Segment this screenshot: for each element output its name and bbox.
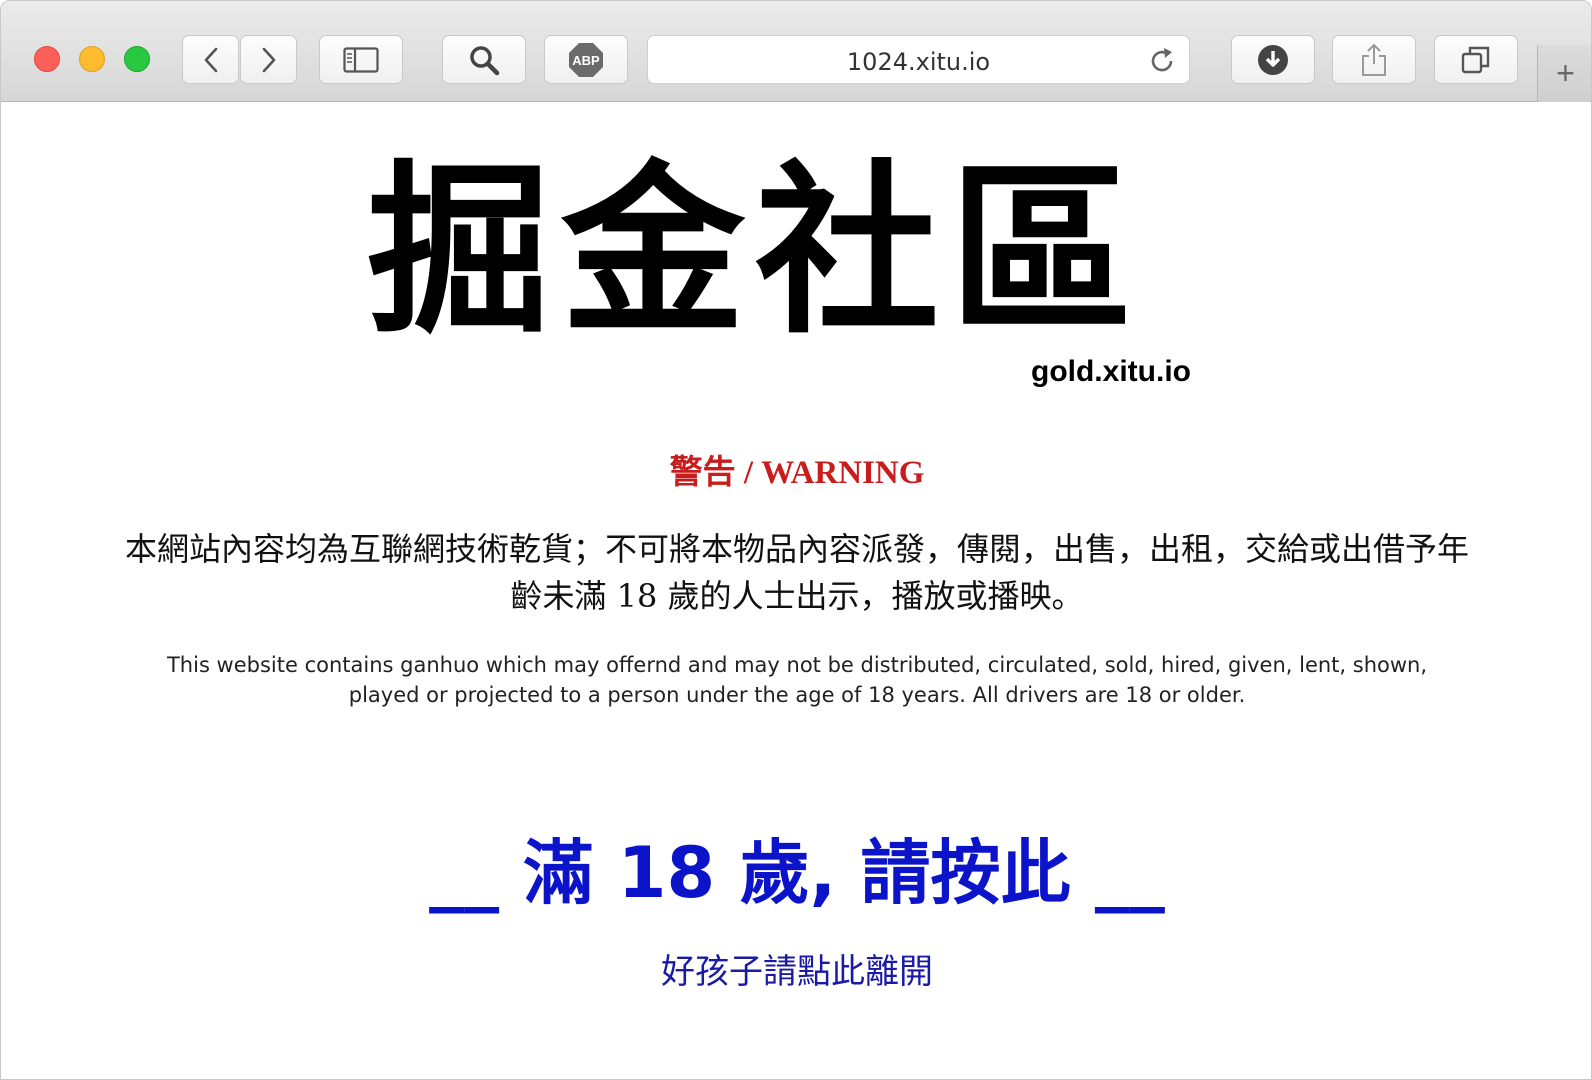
chevron-left-icon	[204, 47, 217, 72]
new-tab-button[interactable]: +	[1537, 45, 1591, 102]
minimize-window-button[interactable]	[79, 46, 105, 72]
svg-text:ABP: ABP	[572, 53, 600, 68]
enter-over-18-link[interactable]: __ 滿 18 歲, 請按此 __	[1, 817, 1591, 918]
chinese-notice: 本網站內容均為互聯網技術乾貨；不可將本物品內容派發，傳閱，出售，出租，交給或出借…	[124, 530, 1469, 615]
site-logo: 掘金社區	[367, 152, 1223, 352]
forward-button[interactable]	[240, 35, 297, 84]
reload-button[interactable]	[1149, 47, 1177, 80]
browser-window: ABP 1024.xitu.io + 掘金社區 gold.xitu.io 警告 …	[0, 0, 1592, 1080]
logo-domain: gold.xitu.io	[1031, 355, 1191, 388]
abp-icon: ABP	[569, 42, 603, 77]
share-button[interactable]	[1332, 35, 1416, 84]
search-icon	[470, 45, 500, 75]
search-button[interactable]	[442, 35, 526, 84]
zoom-window-button[interactable]	[124, 46, 150, 72]
close-window-button[interactable]	[34, 46, 60, 72]
downloads-button[interactable]	[1231, 35, 1315, 84]
tabs-overview-button[interactable]	[1434, 35, 1518, 84]
english-notice: This website contains ganhuo which may o…	[166, 653, 1428, 707]
leave-link[interactable]: 好孩子請點此離開	[1, 944, 1591, 993]
tabs-icon	[1461, 46, 1490, 73]
page-content: 掘金社區 gold.xitu.io 警告 / WARNING 本網站內容均為互聯…	[1, 102, 1591, 1079]
sidebar-button[interactable]	[319, 35, 403, 84]
logo-text: 掘金社區	[367, 145, 1144, 359]
share-icon	[1362, 43, 1386, 76]
warning-title: 警告 / WARNING	[669, 455, 925, 491]
reload-icon	[1151, 48, 1173, 72]
chevron-right-icon	[262, 47, 275, 72]
back-button[interactable]	[182, 35, 239, 84]
adblock-button[interactable]: ABP	[544, 35, 628, 84]
address-bar[interactable]: 1024.xitu.io	[647, 35, 1190, 84]
plus-icon: +	[1556, 55, 1575, 91]
download-icon	[1258, 44, 1288, 75]
url-text: 1024.xitu.io	[846, 48, 991, 76]
browser-toolbar: ABP 1024.xitu.io +	[1, 1, 1591, 102]
sidebar-icon	[343, 46, 379, 73]
